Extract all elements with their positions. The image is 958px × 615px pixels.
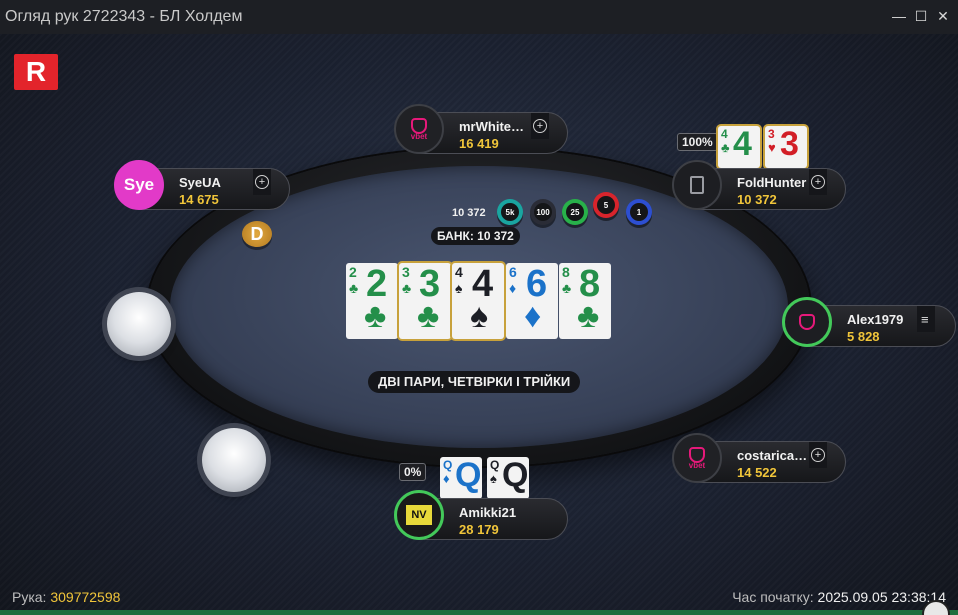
- hole-card: Q ♦ Q: [440, 457, 482, 499]
- empty-seat-left[interactable]: [107, 292, 171, 356]
- player-stack: 28 179: [459, 522, 499, 537]
- dealer-button: D: [242, 221, 272, 247]
- title-bar: Огляд рук 2722343 - БЛ Холдем — ☐ ✕: [0, 0, 958, 34]
- card-suit-small: ♠: [490, 471, 497, 486]
- avatar-vbet: vbet: [672, 433, 722, 483]
- card-suit-small: ♦: [443, 471, 450, 486]
- hand-id: Рука: 309772598: [12, 589, 120, 605]
- player-stack: 14 675: [179, 192, 219, 207]
- chip-100: 100: [530, 199, 556, 225]
- start-time: Час початку: 2025.09.05 23:38:14: [732, 589, 946, 605]
- card-suit: ♣: [364, 297, 387, 335]
- avatar-ring: [782, 297, 832, 347]
- avatar: Sye: [114, 160, 164, 210]
- menu-icon[interactable]: ≡: [921, 312, 929, 327]
- avatar-navi: NV: [394, 490, 444, 540]
- card-rank-small: 4: [721, 127, 728, 141]
- app-logo: R: [14, 54, 58, 90]
- avatar-initials: Sye: [123, 175, 155, 194]
- maximize-icon[interactable]: ☐: [914, 8, 928, 24]
- card-suit-small: ♠: [455, 280, 463, 296]
- window-title: Огляд рук 2722343 - БЛ Холдем: [5, 8, 243, 25]
- player-stack: 10 372: [737, 192, 777, 207]
- minimize-icon[interactable]: —: [892, 8, 906, 24]
- card-rank-small: 3: [402, 264, 410, 280]
- card-suit-small: ♣: [349, 280, 359, 296]
- pot-total: БАНК: 10 372: [431, 227, 520, 245]
- player-name: Alex1979: [847, 312, 904, 327]
- board-card: 4 ♠ 4 ♠: [452, 263, 504, 339]
- door-icon: [690, 176, 704, 194]
- chip-25: 25: [562, 199, 588, 225]
- card-rank-small: 3: [768, 127, 775, 141]
- board-card: 2 ♣ 2 ♣: [346, 263, 398, 339]
- start-label: Час початку:: [732, 589, 814, 605]
- chip-5: 5: [593, 192, 619, 218]
- player-stack: 5 828: [847, 329, 880, 344]
- chip-5k: 5k: [497, 199, 523, 225]
- player-name: SyeUA: [179, 175, 221, 190]
- add-note-icon[interactable]: +: [533, 119, 547, 133]
- replay-progress-bar[interactable]: [0, 610, 958, 615]
- add-note-icon[interactable]: +: [811, 448, 825, 462]
- card-rank-small: 8: [562, 264, 570, 280]
- card-suit: ♣: [577, 297, 600, 335]
- card-rank-small: Q: [443, 458, 453, 472]
- card-suit-small: ♣: [721, 140, 730, 155]
- card-suit-small: ♦: [509, 280, 517, 296]
- vbet-logo-text: vbet: [410, 132, 428, 141]
- card-suit: ♦: [524, 297, 542, 335]
- player-name: FoldHunter: [737, 175, 807, 190]
- card-rank-small: 6: [509, 264, 517, 280]
- card-suit-small: ♥: [768, 140, 776, 155]
- player-name: mrWhite…: [459, 119, 524, 134]
- card-suit: ♠: [470, 297, 489, 335]
- add-note-icon[interactable]: +: [811, 175, 825, 189]
- card-rank-small: 4: [455, 264, 463, 280]
- chip-label: 5: [603, 200, 609, 210]
- vbet-logo-text: vbet: [688, 461, 706, 470]
- hole-card: 4 ♣ 4: [718, 126, 760, 168]
- player-stack: 14 522: [737, 465, 777, 480]
- avatar-vbet: vbet: [394, 104, 444, 154]
- board-card: 3 ♣ 3 ♣: [399, 263, 451, 339]
- add-note-icon[interactable]: +: [255, 175, 269, 189]
- hole-card: Q ♠ Q: [487, 457, 529, 499]
- card-rank: Q: [502, 457, 529, 494]
- chip-1: 1: [626, 199, 652, 225]
- vbet-logo-icon: [799, 314, 815, 330]
- chip-label: 100: [536, 207, 550, 217]
- hand-label: Рука:: [12, 589, 47, 605]
- close-icon[interactable]: ✕: [936, 8, 950, 24]
- navi-logo-icon: NV: [406, 505, 432, 525]
- board-card: 8 ♣ 8 ♣: [559, 263, 611, 339]
- equity-badge: 0%: [399, 463, 427, 481]
- card-suit: ♣: [417, 297, 440, 335]
- pot-chips-amount: 10 372: [452, 207, 486, 219]
- chip-label: 5k: [505, 207, 515, 217]
- chip-label: 25: [570, 207, 580, 217]
- player-stack: 16 419: [459, 136, 499, 151]
- equity-badge: 100%: [677, 133, 718, 151]
- card-rank-small: 2: [349, 264, 357, 280]
- card-suit-small: ♣: [402, 280, 412, 296]
- player-name: costarica…: [737, 448, 808, 463]
- card-rank-small: Q: [490, 458, 500, 472]
- avatar-folded: [672, 160, 722, 210]
- board-card: 6 ♦ 6 ♦: [506, 263, 558, 339]
- chip-label: 1: [636, 207, 642, 217]
- card-rank: 3: [780, 126, 799, 163]
- card-rank: 4: [733, 126, 752, 163]
- card-suit-small: ♣: [562, 280, 572, 296]
- empty-seat-bottom-left[interactable]: [202, 428, 266, 492]
- poker-table-view: R mrWhite… 16 419 + vbet SyeUA 14 675 + …: [0, 34, 958, 615]
- hand-number: 309772598: [50, 589, 121, 605]
- hand-result-label: ДВІ ПАРИ, ЧЕТВІРКИ І ТРІЙКИ: [368, 371, 581, 393]
- hole-card: 3 ♥ 3: [765, 126, 807, 168]
- card-rank: Q: [455, 457, 482, 494]
- player-name: Amikki21: [459, 505, 517, 520]
